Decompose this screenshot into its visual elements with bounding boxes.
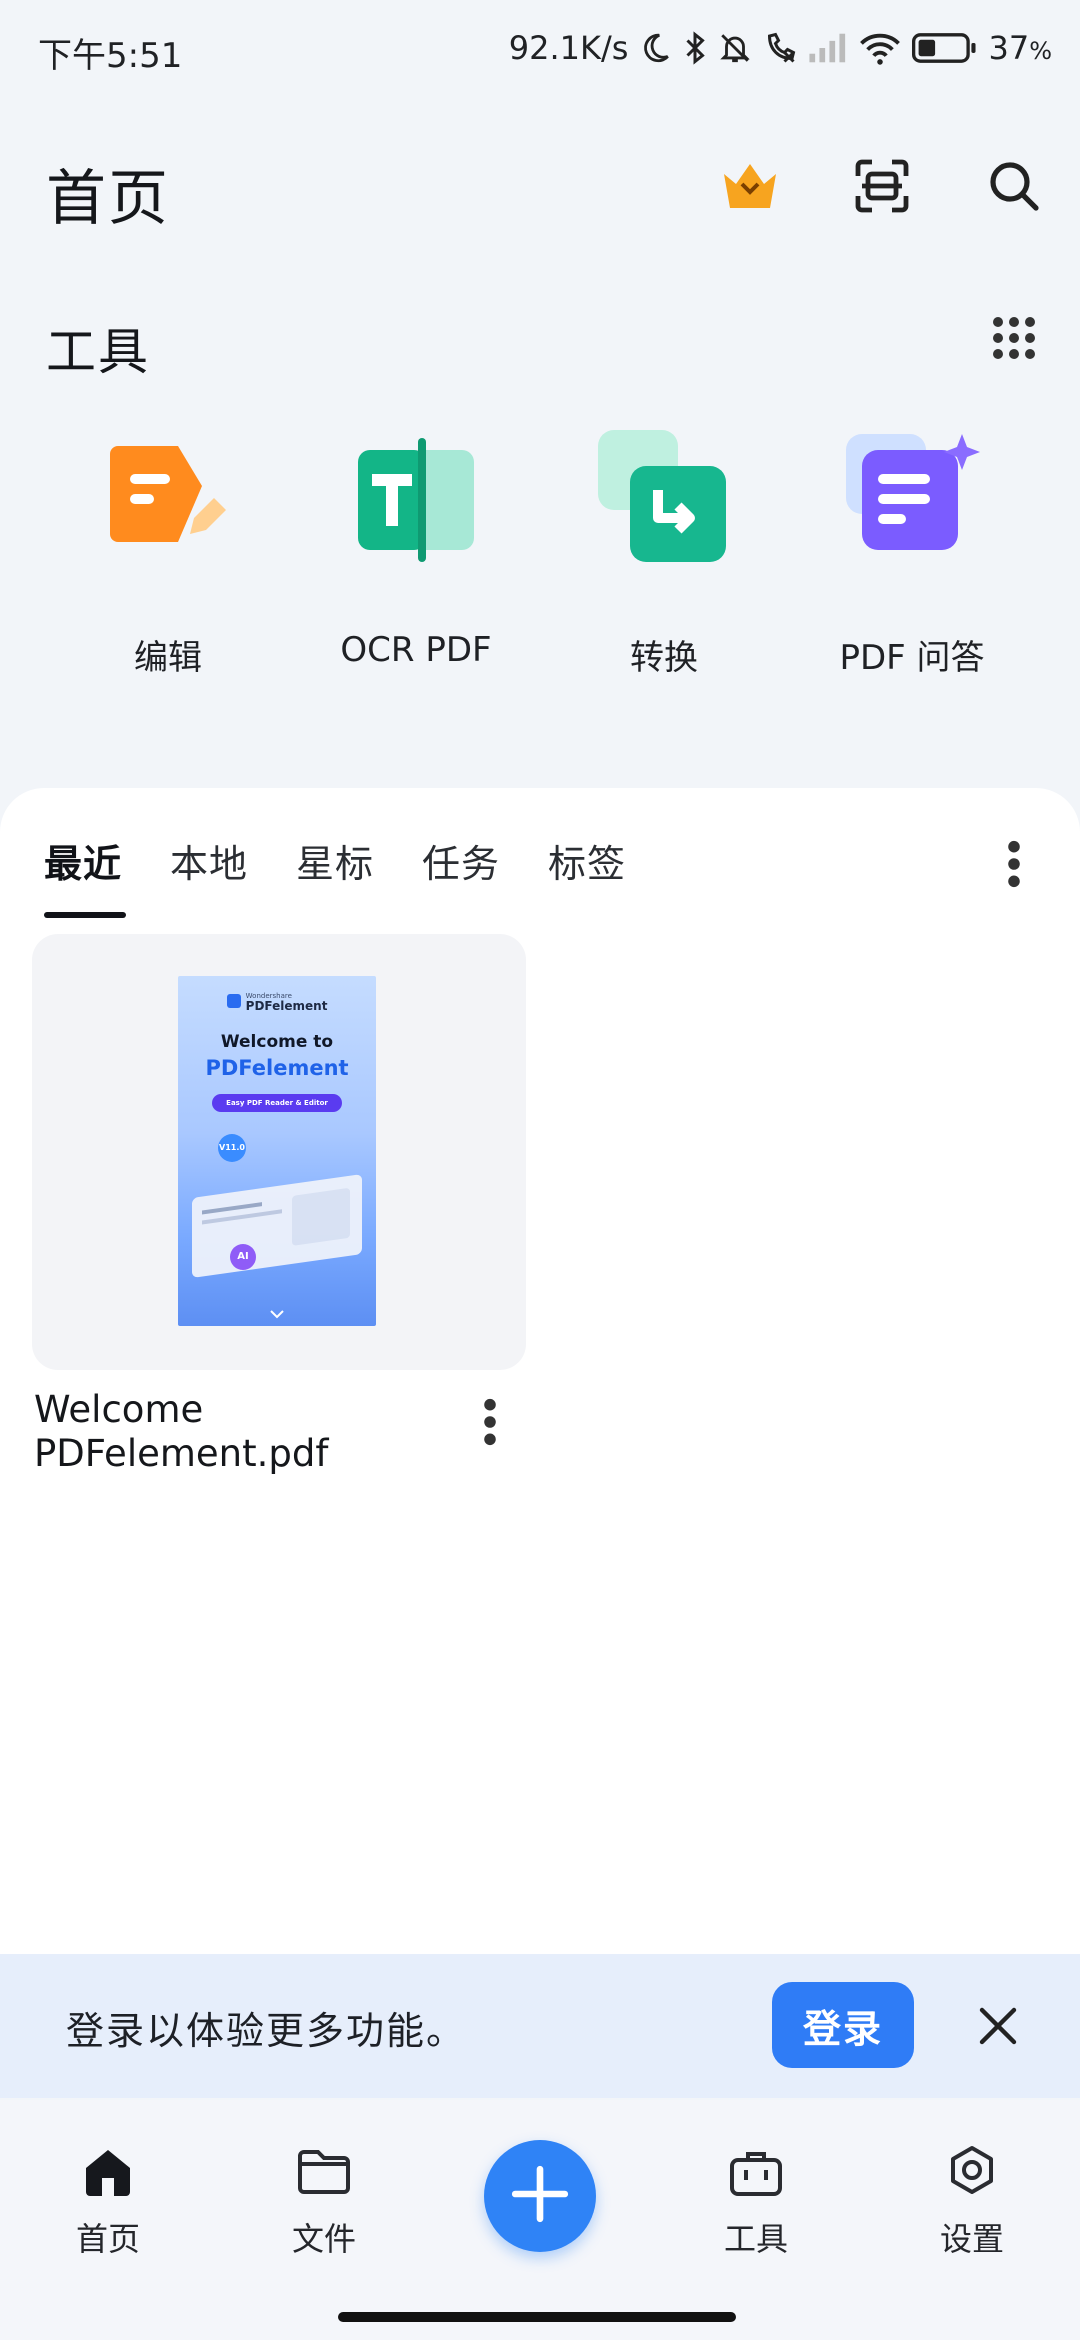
edit-icon <box>98 430 238 570</box>
thumb-headline: Welcome to <box>220 1032 334 1052</box>
file-name[interactable]: Welcome PDFelement.pdf <box>34 1388 454 1476</box>
battery-icon <box>912 31 978 65</box>
pdf-qa-icon <box>842 430 982 570</box>
tool-ocr-label: OCR PDF <box>340 630 492 670</box>
scan-icon[interactable] <box>846 150 918 222</box>
status-icons: 92.1K/s 37% <box>509 26 1052 70</box>
nav-tools-label: 工具 <box>723 2220 788 2258</box>
nav-files-label: 文件 <box>291 2220 356 2258</box>
home-indicator[interactable] <box>338 2312 736 2322</box>
thumb-pill: Easy PDF Reader & Editor <box>212 1094 342 1112</box>
tab-tasks[interactable]: 任务 <box>422 833 500 888</box>
folder-icon <box>294 2142 354 2202</box>
call-icon <box>762 30 798 66</box>
status-bar: 下午5:51 92.1K/s 37% <box>0 0 1080 100</box>
tool-convert[interactable]: 转换 <box>544 430 784 680</box>
tool-edit[interactable]: 编辑 <box>48 430 288 680</box>
file-more-icon[interactable] <box>454 1386 526 1458</box>
search-icon[interactable] <box>978 150 1050 222</box>
nav-settings-label: 设置 <box>939 2220 1004 2258</box>
thumb-headline-brand: PDFelement <box>205 1056 349 1080</box>
wifi-icon <box>858 31 902 65</box>
chevron-down-icon <box>269 1304 285 1323</box>
plus-icon <box>509 2163 571 2229</box>
mute-bell-icon <box>718 30 752 66</box>
pdfelement-logo-icon <box>226 993 241 1008</box>
thumb-ai-badge: AI <box>230 1244 256 1270</box>
thumb-badge: V11.0 <box>218 1134 246 1162</box>
nav-files[interactable]: 文件 <box>244 2142 404 2260</box>
moon-icon <box>638 31 672 65</box>
files-panel: 最近 本地 星标 任务 标签 Wondershare PDFelement We… <box>0 788 1080 1958</box>
login-message: 登录以体验更多功能。 <box>66 2009 467 2053</box>
file-card[interactable]: Wondershare PDFelement Welcome to PDFele… <box>32 934 526 1370</box>
tab-local[interactable]: 本地 <box>170 833 248 888</box>
nav-settings[interactable]: 设置 <box>892 2142 1052 2260</box>
active-tab-indicator <box>44 912 126 918</box>
tool-pdf-qa-label: PDF 问答 <box>839 638 985 678</box>
tab-tags[interactable]: 标签 <box>548 833 626 888</box>
thumb-screens <box>192 1174 362 1278</box>
signal-icon <box>808 32 848 64</box>
bottom-nav: 首页 文件 工具 设置 <box>0 2100 1080 2340</box>
page-title: 首页 <box>46 164 170 234</box>
more-options-icon[interactable] <box>978 828 1050 900</box>
tool-ocr-pdf[interactable]: OCR PDF <box>296 430 536 680</box>
login-banner: 登录以体验更多功能。 登录 <box>0 1954 1080 2098</box>
convert-icon <box>594 430 734 570</box>
tool-convert-label: 转换 <box>630 638 698 678</box>
tool-pdf-qa[interactable]: PDF 问答 <box>792 430 1032 680</box>
crown-icon[interactable] <box>714 150 786 222</box>
add-button[interactable] <box>484 2140 596 2252</box>
nav-tools[interactable]: 工具 <box>676 2142 836 2260</box>
tool-edit-label: 编辑 <box>134 638 202 678</box>
toolbox-icon <box>726 2142 786 2202</box>
ocr-icon <box>346 430 486 570</box>
home-icon <box>78 2142 138 2202</box>
settings-icon <box>942 2142 1002 2202</box>
thumb-brand: Wondershare PDFelement <box>178 990 376 1012</box>
tools-title: 工具 <box>46 323 150 381</box>
login-button[interactable]: 登录 <box>772 1982 914 2068</box>
network-speed: 92.1K/s <box>508 29 629 67</box>
file-thumbnail: Wondershare PDFelement Welcome to PDFele… <box>178 976 376 1326</box>
nav-home-label: 首页 <box>75 2220 140 2258</box>
close-icon[interactable] <box>962 1990 1034 2062</box>
tab-starred[interactable]: 星标 <box>296 833 374 888</box>
nav-home[interactable]: 首页 <box>28 2142 188 2260</box>
grid-menu-icon[interactable] <box>978 302 1050 374</box>
bluetooth-icon <box>682 30 708 66</box>
tab-recent[interactable]: 最近 <box>44 833 122 888</box>
battery-percent: 37% <box>988 29 1052 67</box>
status-time: 下午5:51 <box>38 36 183 76</box>
